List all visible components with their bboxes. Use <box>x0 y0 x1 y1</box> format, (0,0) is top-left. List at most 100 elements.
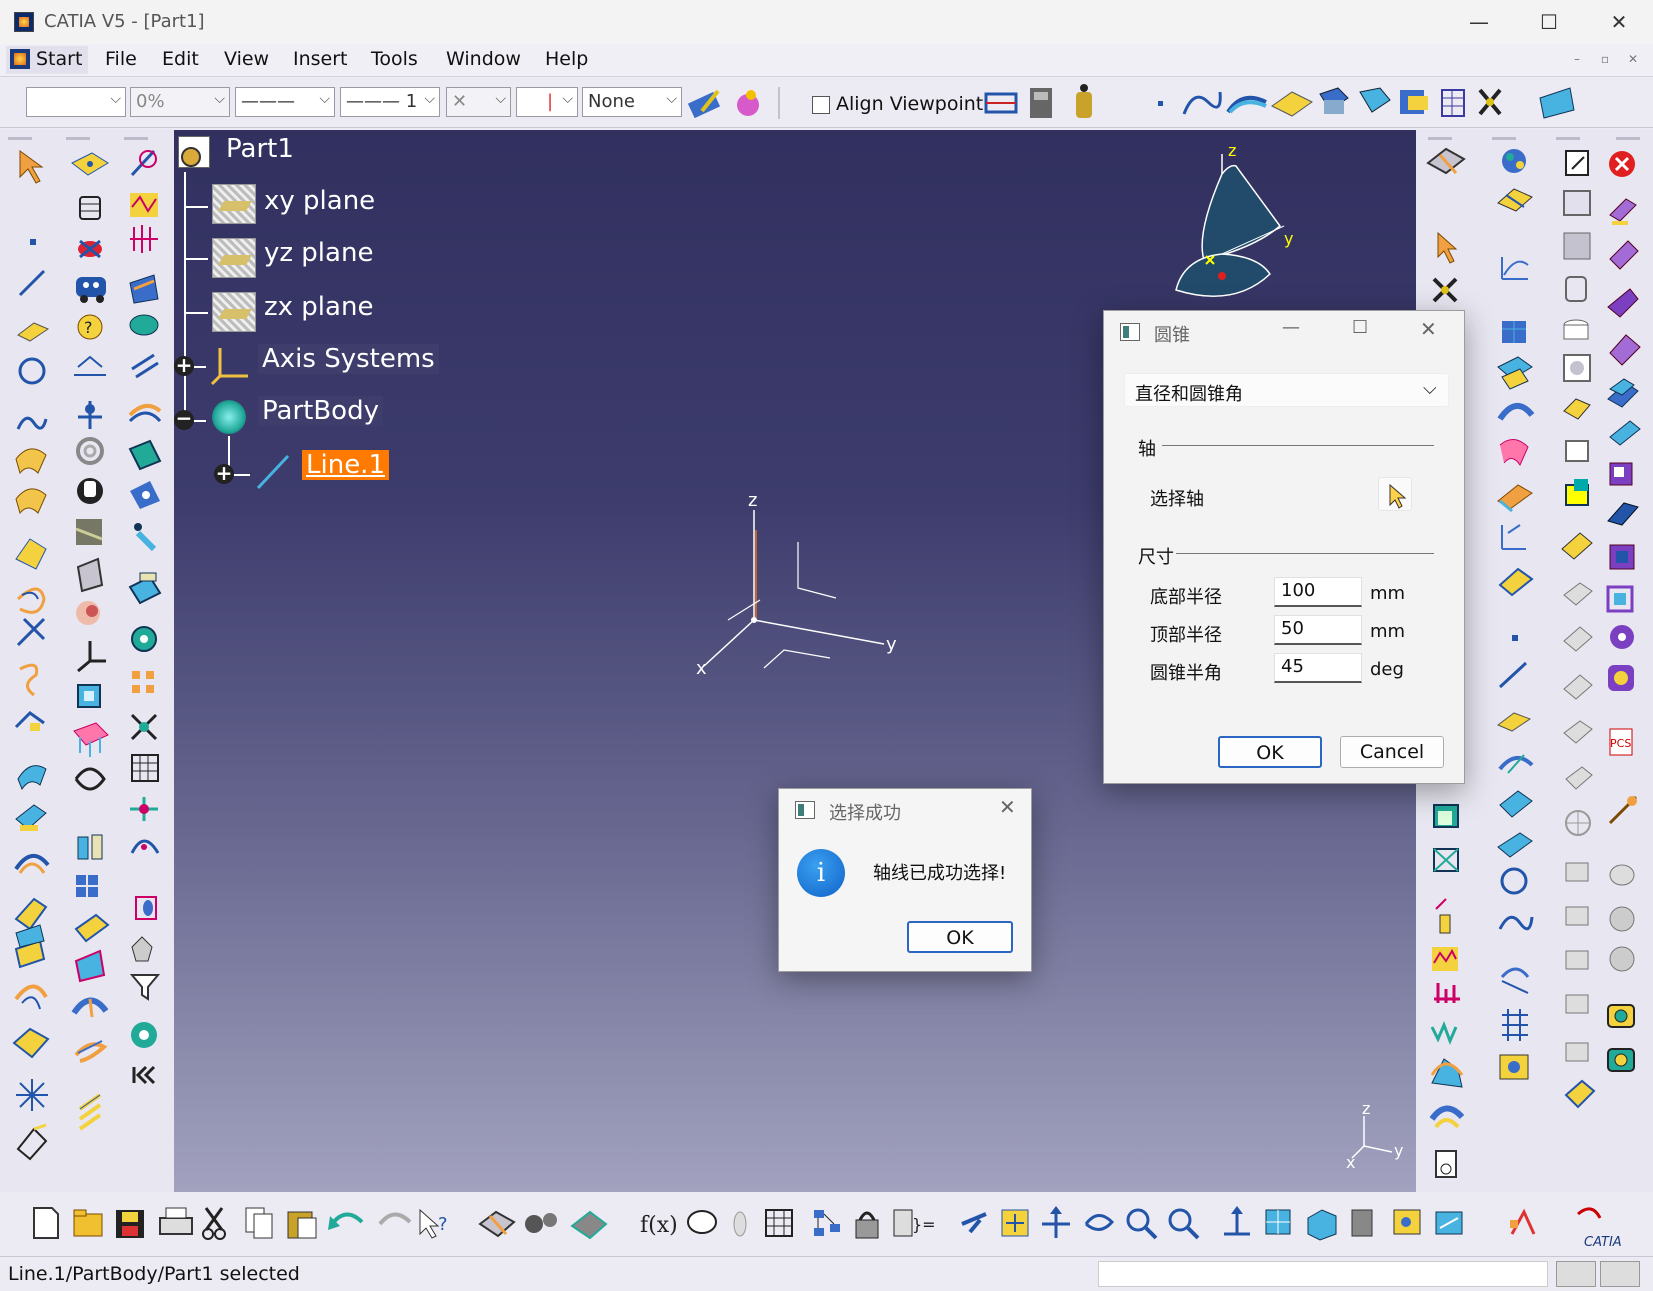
expand-axis-systems-icon[interactable]: + <box>174 355 194 376</box>
menu-view[interactable]: View <box>224 48 269 70</box>
wire-cube-icon <box>1433 848 1459 872</box>
paste-icon <box>287 1211 317 1239</box>
dimension-icon <box>74 355 106 376</box>
compass-widget[interactable]: z y <box>1174 144 1304 304</box>
menu-window[interactable]: Window <box>446 48 521 70</box>
bottom-toolbar[interactable]: ? f(x) }= CATIA <box>0 1194 1653 1254</box>
top-radius-input[interactable]: 50 <box>1274 615 1362 645</box>
origin-y-label: y <box>886 634 897 655</box>
align-viewpoint-checkbox[interactable] <box>812 96 830 114</box>
layout-icon[interactable] <box>1600 1261 1640 1287</box>
color-combo[interactable]: ⌵ <box>26 87 126 117</box>
menu-edit[interactable]: Edit <box>162 48 199 70</box>
snap-icon <box>132 671 154 693</box>
xy-plane-icon[interactable] <box>212 184 256 224</box>
tree-item-zx-plane[interactable]: zx plane <box>264 292 373 322</box>
doc-close-icon[interactable]: ✕ <box>1622 48 1644 70</box>
bottom-radius-input[interactable]: 100 <box>1274 577 1362 607</box>
info-icon: i <box>797 849 845 897</box>
isoparametric-icon <box>1500 967 1530 994</box>
doc-restore-icon[interactable]: ▫ <box>1594 48 1616 70</box>
menu-start[interactable]: Start <box>6 46 89 74</box>
blue-prism-icon <box>1607 502 1639 526</box>
grey-gear-icon <box>1609 906 1635 932</box>
message-close-button[interactable]: ✕ <box>999 795 1016 819</box>
point-icon <box>1512 635 1518 641</box>
menu-tools[interactable]: Tools <box>371 48 418 70</box>
close-button[interactable]: ✕ <box>1590 4 1648 40</box>
transparency-value: 0% <box>136 91 165 112</box>
menu-file[interactable]: File <box>105 48 137 70</box>
half-angle-label: 圆锥半角 <box>1150 663 1222 684</box>
origin-z-label: z <box>748 490 757 511</box>
transparency-combo[interactable]: 0% ⌵ <box>130 87 230 117</box>
render-style-combo[interactable]: None ⌵ <box>582 87 682 117</box>
tree-connector <box>184 258 208 260</box>
chart-analysis-icon <box>1432 947 1458 971</box>
tree-connector <box>184 172 186 428</box>
tree-item-line1-selected[interactable]: Line.1 <box>302 450 389 480</box>
power-input-icon[interactable] <box>1556 1261 1596 1287</box>
doc-minimize-icon[interactable]: – <box>1566 48 1588 70</box>
cone-ok-button[interactable]: OK <box>1218 736 1322 768</box>
helix-icon <box>16 587 46 614</box>
cone-mode-select[interactable]: 直径和圆锥角 ⌵ <box>1124 373 1449 407</box>
tree-root-label[interactable]: Part1 <box>226 134 294 164</box>
message-ok-button[interactable]: OK <box>907 921 1013 953</box>
partbody-icon[interactable] <box>212 400 246 434</box>
table-icon <box>131 754 159 782</box>
yz-plane-icon[interactable] <box>212 238 256 278</box>
menu-insert[interactable]: Insert <box>293 48 348 70</box>
edge-icon <box>135 896 157 920</box>
assembly-icon <box>1400 90 1428 114</box>
origin-axis-system[interactable]: z y x <box>694 490 914 690</box>
zx-plane-icon[interactable] <box>212 292 256 332</box>
cone-cancel-button[interactable]: Cancel <box>1340 736 1444 768</box>
grey-shape-icon <box>1563 720 1593 744</box>
draft-yellow-icon <box>1564 1079 1596 1109</box>
tree-item-axis-systems[interactable]: Axis Systems <box>258 344 439 374</box>
catia-app-icon <box>14 12 34 32</box>
half-angle-input[interactable]: 45 <box>1274 653 1362 683</box>
sweep-spine-icon <box>1498 754 1534 774</box>
expand-line-icon[interactable]: + <box>214 463 234 484</box>
line-width-combo[interactable]: ——— ⌵ <box>235 87 335 117</box>
catia-logo-text: CATIA <box>1584 1235 1622 1250</box>
collapse-partbody-icon[interactable]: − <box>174 408 194 430</box>
chevron-down-icon: ⌵ <box>666 91 677 107</box>
axis-system-icon[interactable] <box>210 342 254 386</box>
tree-item-partbody[interactable]: PartBody <box>258 396 383 426</box>
window-title: CATIA V5 - [Part1] <box>44 11 205 32</box>
offset-icon <box>15 804 47 831</box>
camera-yellow-icon <box>1607 1004 1635 1028</box>
maximize-button[interactable]: ☐ <box>1520 4 1578 40</box>
menu-help[interactable]: Help <box>545 48 588 70</box>
painter-icons[interactable] <box>688 87 768 119</box>
light-icon <box>134 523 157 552</box>
part-icon[interactable] <box>178 136 210 168</box>
line-type-combo[interactable]: ——— 1 ⌵ <box>340 87 440 117</box>
dialog-maximize-button[interactable]: ☐ <box>1352 317 1368 338</box>
select-axis-button[interactable] <box>1378 477 1412 511</box>
minimize-button[interactable]: — <box>1450 4 1508 40</box>
sweep-icon <box>15 448 47 475</box>
line-icon <box>1498 661 1528 689</box>
tree-item-yz-plane[interactable]: yz plane <box>264 238 373 268</box>
top-toolbar-icons[interactable] <box>980 82 1650 126</box>
line-feature-icon[interactable] <box>254 452 292 492</box>
point-type-combo[interactable]: ✕ ⌵ <box>446 87 511 117</box>
tree-item-xy-plane[interactable]: xy plane <box>264 186 375 216</box>
layer-combo[interactable]: | ⌵ <box>516 87 578 117</box>
toolbar-separator <box>778 87 780 119</box>
symmetry-icon <box>78 401 102 429</box>
formula-icon: f(x) <box>640 1213 678 1238</box>
environment-map-icon <box>1429 1105 1465 1129</box>
command-input[interactable] <box>1098 1261 1548 1287</box>
pick-icon <box>130 149 157 177</box>
help-icon: ? <box>77 314 103 340</box>
thread-icon <box>74 1040 108 1063</box>
dialog-close-button[interactable]: ✕ <box>1420 317 1437 341</box>
dialog-minimize-button[interactable]: — <box>1282 317 1300 338</box>
line-type-value: ——— 1 <box>346 91 418 112</box>
left-toolbar-icons[interactable]: ? <box>0 129 174 1192</box>
